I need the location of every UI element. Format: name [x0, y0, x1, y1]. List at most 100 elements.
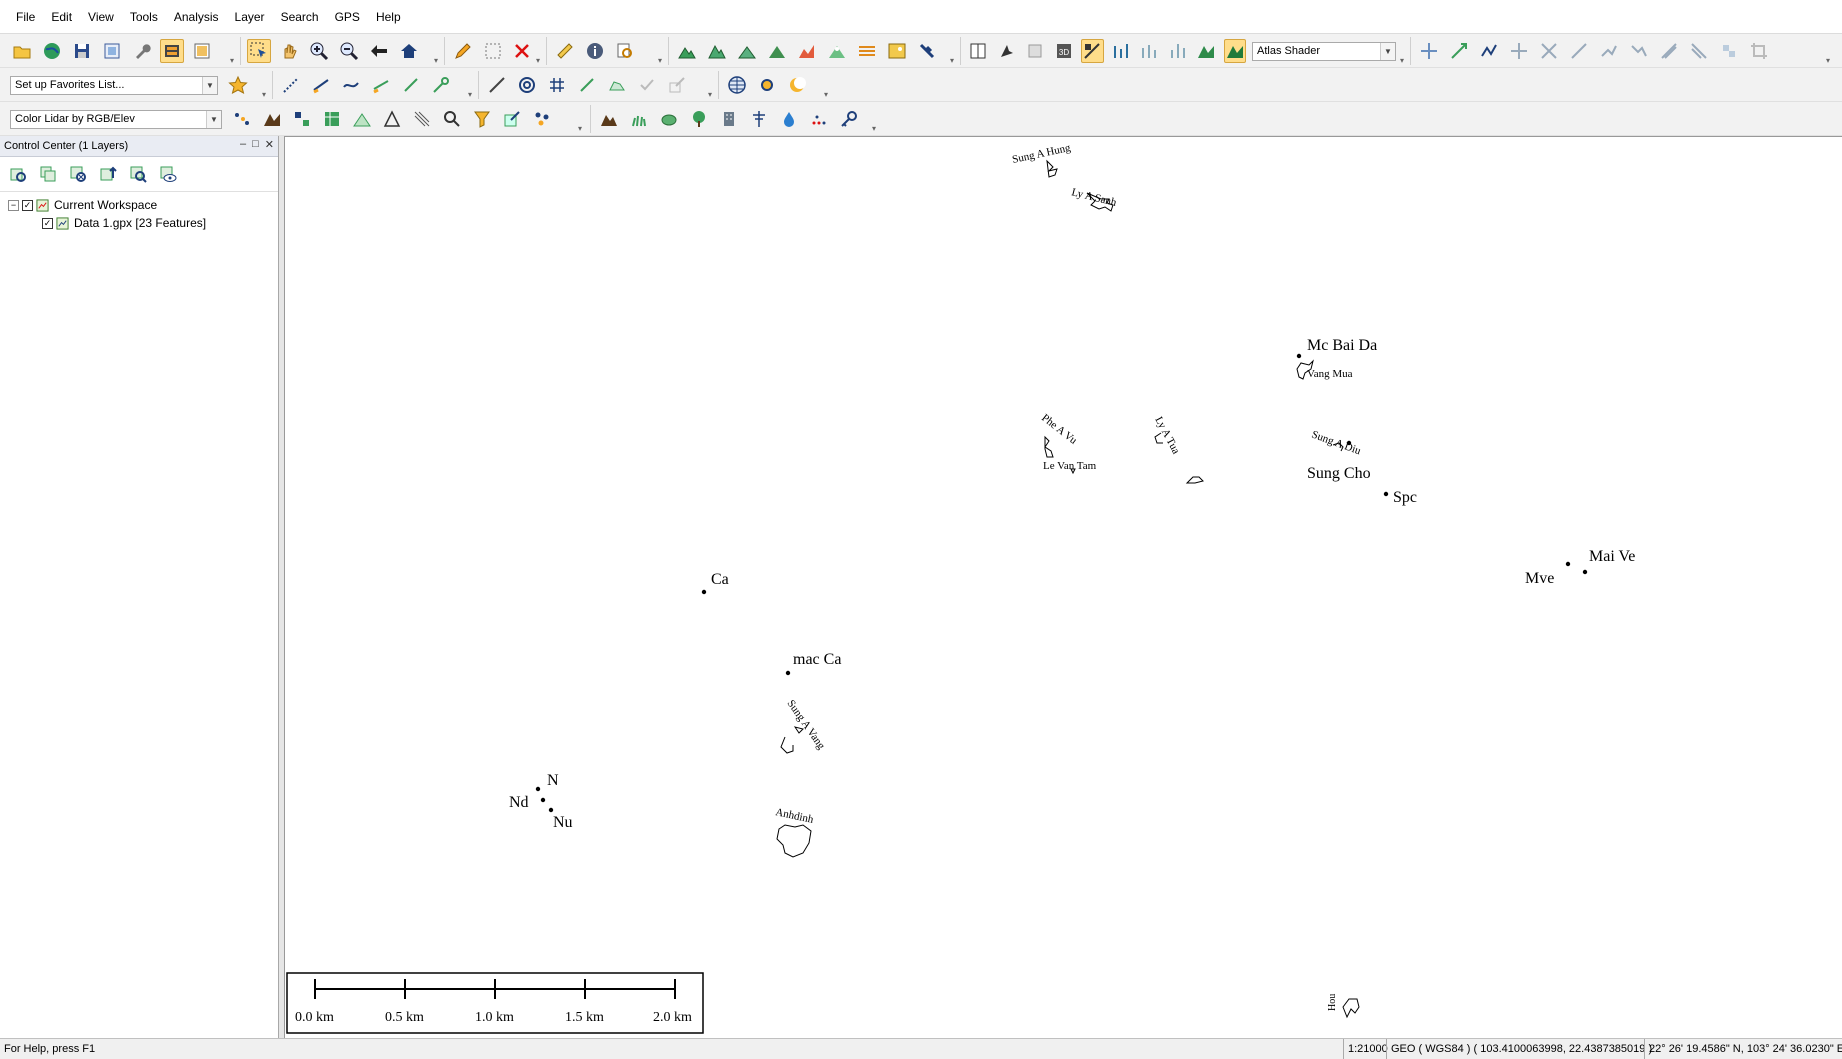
- track-ly-a-tua[interactable]: [1154, 432, 1204, 484]
- track-sung-a-hung[interactable]: [1046, 159, 1058, 178]
- workspace-node[interactable]: − ✓ Current Workspace: [0, 196, 278, 214]
- create-line-4-button[interactable]: [369, 73, 393, 97]
- lidar-edit-button[interactable]: [500, 107, 524, 131]
- edit-attr-button[interactable]: [665, 73, 689, 97]
- back-button[interactable]: [367, 39, 391, 63]
- toolbar-grip[interactable]: ▾: [708, 91, 714, 99]
- map-label-sung-a-vang[interactable]: Sung A Vang: [785, 698, 828, 752]
- map-label-ly-a-sanh[interactable]: Ly A Sanh: [1070, 186, 1118, 209]
- satellite-button[interactable]: [915, 39, 939, 63]
- track-phe-a-vu[interactable]: [1044, 435, 1054, 458]
- terrain-1-button[interactable]: [675, 39, 699, 63]
- overlay-button[interactable]: [1024, 39, 1047, 63]
- edit-pencil-button[interactable]: [451, 39, 475, 63]
- lidar-select[interactable]: Color Lidar by RGB/Elev ▼: [10, 109, 222, 129]
- toolbar-grip[interactable]: ▾: [536, 57, 542, 65]
- sun-button[interactable]: [755, 73, 779, 97]
- overview-button[interactable]: [160, 39, 184, 63]
- menu-help[interactable]: Help: [368, 6, 409, 28]
- layer-zoom-button[interactable]: [126, 162, 150, 186]
- map-label-nu[interactable]: Nu: [553, 814, 573, 831]
- track-hou[interactable]: [1342, 998, 1360, 1019]
- create-line-2-button[interactable]: [309, 73, 333, 97]
- waypoint-mac-ca[interactable]: [785, 670, 791, 676]
- toolbar-grip[interactable]: ▾: [1826, 57, 1832, 65]
- create-line-5-button[interactable]: [399, 73, 423, 97]
- waypoint-n[interactable]: [535, 786, 541, 792]
- line-tool-1-button[interactable]: [1567, 39, 1591, 63]
- elevation-3-button[interactable]: [1167, 39, 1190, 63]
- toolbar-grip[interactable]: ▾: [434, 57, 440, 65]
- menu-tools[interactable]: Tools: [122, 6, 166, 28]
- waypoint-mve[interactable]: [1565, 561, 1571, 567]
- reshape-button[interactable]: [1477, 39, 1501, 63]
- class-ground-button[interactable]: [597, 107, 621, 131]
- image-button[interactable]: [885, 39, 909, 63]
- digitizer-select-button[interactable]: [247, 39, 271, 63]
- toolbar-grip[interactable]: ▾: [578, 125, 584, 133]
- minimize-icon[interactable]: –: [240, 138, 246, 151]
- menu-view[interactable]: View: [80, 6, 122, 28]
- shader-a-button[interactable]: [1195, 39, 1218, 63]
- class-power-button[interactable]: [747, 107, 771, 131]
- delete-button[interactable]: [510, 39, 534, 63]
- map-label-sung-cho[interactable]: Sung Cho: [1307, 465, 1371, 482]
- class-water-button[interactable]: [777, 107, 801, 131]
- create-2-button[interactable]: [485, 73, 509, 97]
- toolbar-grip[interactable]: ▾: [468, 91, 474, 99]
- layer-checkbox[interactable]: ✓: [42, 217, 53, 229]
- maximize-icon[interactable]: □: [252, 138, 259, 151]
- home-button[interactable]: [397, 39, 421, 63]
- waypoint-nd[interactable]: [540, 797, 546, 803]
- config-button[interactable]: [130, 39, 154, 63]
- terrain-4-button[interactable]: [765, 39, 789, 63]
- print-button[interactable]: [100, 39, 124, 63]
- map-label-sung-a-diu[interactable]: Sung A Diu: [1310, 429, 1363, 458]
- map-canvas[interactable]: Sung A Hung Ly A Sanh Mc Bai Da Vang Mua…: [285, 137, 1842, 1038]
- close-icon[interactable]: ✕: [265, 138, 274, 151]
- map-label-le-van-tam[interactable]: Le Van Tam: [1043, 460, 1097, 472]
- create-poly-button[interactable]: [605, 73, 629, 97]
- measure-button[interactable]: [553, 39, 577, 63]
- menu-analysis[interactable]: Analysis: [166, 6, 227, 28]
- elevation-1-button[interactable]: [1110, 39, 1133, 63]
- track-sung-a-vang[interactable]: [780, 726, 804, 754]
- terrain-3-button[interactable]: [735, 39, 759, 63]
- contour-button[interactable]: [855, 39, 879, 63]
- menu-file[interactable]: File: [8, 6, 43, 28]
- toolbar-grip[interactable]: ▾: [824, 91, 830, 99]
- toolbar-grip[interactable]: ▾: [872, 125, 878, 133]
- toolbar-grip[interactable]: ▾: [230, 57, 236, 65]
- layer-node[interactable]: ✓ Data 1.gpx [23 Features]: [0, 214, 278, 232]
- lidar-search-button[interactable]: [440, 107, 464, 131]
- lidar-classify-button[interactable]: [290, 107, 314, 131]
- toggle-panel-button[interactable]: [190, 39, 214, 63]
- class-med-veg-button[interactable]: [657, 107, 681, 131]
- map-label-mai-ve[interactable]: Mai Ve: [1589, 548, 1635, 565]
- toolbar-grip[interactable]: ▾: [1400, 57, 1406, 65]
- waypoint-spc[interactable]: [1383, 491, 1389, 497]
- atlas-shader-button[interactable]: [1223, 39, 1246, 63]
- map-label-vang-mua[interactable]: Vang Mua: [1307, 368, 1353, 380]
- zoom-out-button[interactable]: [337, 39, 361, 63]
- select-area-button[interactable]: [481, 39, 505, 63]
- shader-select[interactable]: Atlas Shader ▼: [1252, 41, 1396, 61]
- class-building-button[interactable]: [717, 107, 741, 131]
- save-button[interactable]: [70, 39, 94, 63]
- waypoint-mai-ve[interactable]: [1582, 569, 1588, 575]
- map-label-ca[interactable]: Ca: [711, 571, 729, 588]
- scale-button[interactable]: [1447, 39, 1471, 63]
- layer-up-button[interactable]: [96, 162, 120, 186]
- lidar-grid-button[interactable]: [320, 107, 344, 131]
- copy-layer-button[interactable]: [36, 162, 60, 186]
- map-label-hou[interactable]: Hou: [1327, 994, 1338, 1011]
- line-tool-4-button[interactable]: [1657, 39, 1681, 63]
- favorites-button[interactable]: [226, 73, 250, 97]
- track-anhdinh[interactable]: [776, 824, 812, 858]
- snap-button[interactable]: [1717, 39, 1741, 63]
- create-line-3-button[interactable]: [339, 73, 363, 97]
- range-ring-button[interactable]: [515, 73, 539, 97]
- map-label-nd[interactable]: Nd: [509, 794, 529, 811]
- create-area-button[interactable]: [575, 73, 599, 97]
- class-noise-button[interactable]: [807, 107, 831, 131]
